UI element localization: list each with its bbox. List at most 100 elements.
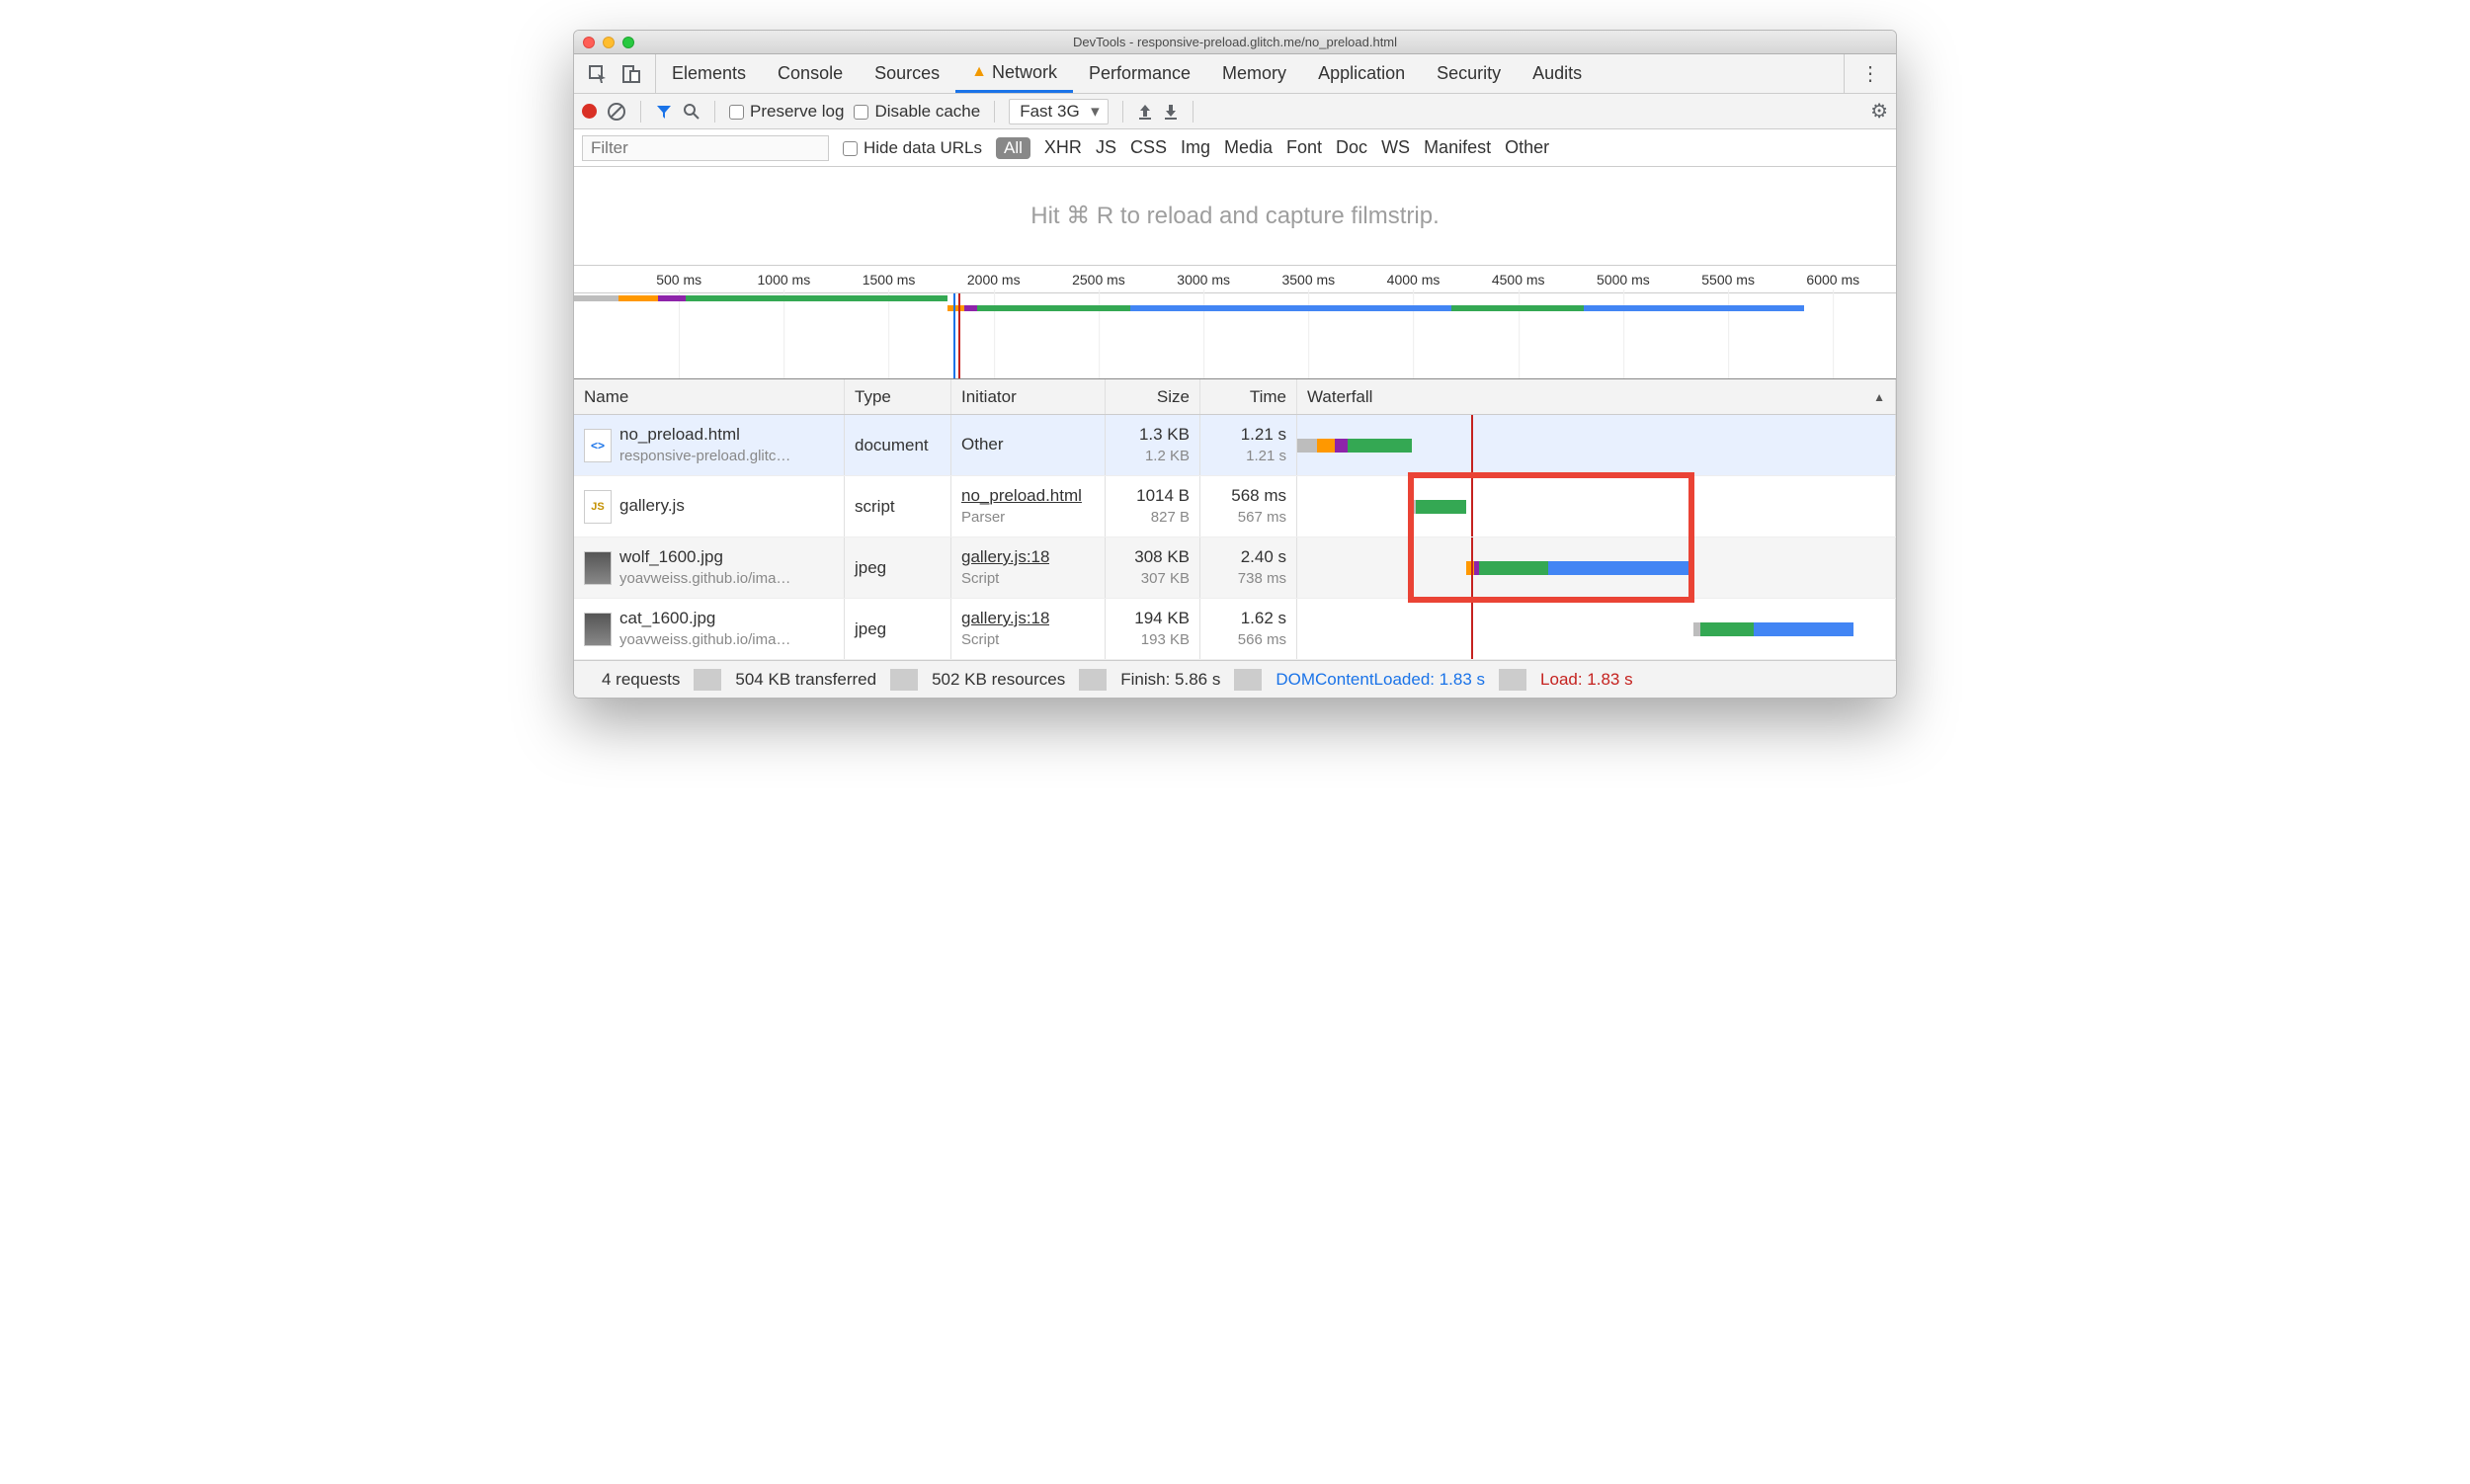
waterfall-cell[interactable] [1297,599,1895,659]
filmstrip-hint: Hit ⌘ R to reload and capture filmstrip. [574,167,1896,266]
filter-type-doc[interactable]: Doc [1336,137,1367,158]
network-toolbar: Preserve log Disable cache Fast 3G ⚙ [574,94,1896,129]
filter-type-manifest[interactable]: Manifest [1424,137,1491,158]
filter-input[interactable] [582,135,829,161]
waterfall-segment [1693,622,1700,636]
disable-cache-checkbox[interactable]: Disable cache [854,102,980,122]
inspect-element-icon[interactable] [588,64,608,84]
request-initiator: Other [961,434,1004,456]
preserve-log-checkbox[interactable]: Preserve log [729,102,844,122]
summary-bar: 4 requests 504 KB transferred 502 KB res… [574,660,1896,698]
filter-type-img[interactable]: Img [1181,137,1210,158]
tab-sources[interactable]: Sources [859,54,955,93]
filter-type-font[interactable]: Font [1286,137,1322,158]
request-domain: yoavweiss.github.io/ima… [619,569,790,589]
grid-header[interactable]: Name Type Initiator Size Time Waterfall▲ [574,379,1896,415]
panel-tabs: ElementsConsoleSources▲NetworkPerformanc… [574,54,1896,94]
summary-transferred: 504 KB transferred [721,670,890,690]
upload-har-icon[interactable] [1137,103,1153,121]
device-toolbar-icon[interactable] [621,64,641,84]
highlight-annotation [1408,472,1694,603]
request-initiator-type: Script [961,630,1049,650]
waterfall-segment [1317,439,1335,453]
summary-finish: Finish: 5.86 s [1107,670,1234,690]
column-initiator[interactable]: Initiator [951,379,1106,414]
filter-type-other[interactable]: Other [1505,137,1549,158]
overview-tick: 1500 ms [863,272,916,288]
column-type[interactable]: Type [845,379,951,414]
html-file-icon: <> [584,429,612,462]
filter-toggle-icon[interactable] [655,103,673,121]
request-latency: 738 ms [1210,569,1286,589]
column-waterfall[interactable]: Waterfall▲ [1297,379,1896,414]
summary-load: Load: 1.83 s [1526,670,1647,690]
filter-bar: Hide data URLs All XHR JS CSS Img Media Font Do… [574,129,1896,167]
request-name: gallery.js [619,495,685,518]
request-size: 1014 B [1115,485,1190,508]
column-size[interactable]: Size [1106,379,1200,414]
tab-security[interactable]: Security [1421,54,1517,93]
tab-memory[interactable]: Memory [1206,54,1302,93]
clear-icon[interactable] [607,102,626,122]
request-type: jpeg [845,599,951,659]
request-domain: responsive-preload.glitc… [619,447,790,466]
tab-audits[interactable]: Audits [1517,54,1598,93]
tab-elements[interactable]: Elements [656,54,762,93]
load-event-line [1471,599,1473,659]
window-title: DevTools - responsive-preload.glitch.me/… [574,35,1896,49]
overview-tick: 5500 ms [1701,272,1755,288]
table-row[interactable]: wolf_1600.jpgyoavweiss.github.io/ima…jpe… [574,537,1896,599]
request-latency: 1.21 s [1210,447,1286,466]
tab-application[interactable]: Application [1302,54,1421,93]
more-menu-icon[interactable]: ⋮ [1844,54,1896,93]
waterfall-segment [1700,622,1754,636]
tab-console[interactable]: Console [762,54,859,93]
tab-network[interactable]: ▲Network [955,54,1073,93]
filter-type-xhr[interactable]: XHR [1044,137,1082,158]
settings-icon[interactable]: ⚙ [1870,99,1888,124]
request-name: no_preload.html [619,424,790,447]
overview-tick: 6000 ms [1806,272,1859,288]
overview-tick: 2500 ms [1072,272,1125,288]
waterfall-cell[interactable] [1297,415,1895,475]
filter-type-ws[interactable]: WS [1381,137,1410,158]
waterfall-segment [1754,622,1853,636]
filter-type-media[interactable]: Media [1224,137,1273,158]
search-icon[interactable] [683,103,700,121]
filter-type-js[interactable]: JS [1096,137,1116,158]
table-row[interactable]: cat_1600.jpgyoavweiss.github.io/ima…jpeg… [574,599,1896,660]
filter-type-css[interactable]: CSS [1130,137,1167,158]
filter-type-all[interactable]: All [996,137,1030,159]
record-button[interactable] [582,104,597,119]
request-size: 194 KB [1115,608,1190,630]
waterfall-segment [1335,439,1347,453]
hide-data-urls-checkbox[interactable]: Hide data URLs [843,138,982,158]
overview-tick: 3000 ms [1177,272,1230,288]
table-row[interactable]: JSgallery.jsscriptno_preload.htmlParser1… [574,476,1896,537]
overview-tick: 500 ms [656,272,701,288]
request-initiator[interactable]: gallery.js:18 [961,546,1049,569]
request-time: 568 ms [1210,485,1286,508]
overview-timeline[interactable]: 500 ms1000 ms1500 ms2000 ms2500 ms3000 m… [574,266,1896,379]
request-size: 308 KB [1115,546,1190,569]
request-size-uncompressed: 193 KB [1115,630,1190,650]
request-initiator-type: Script [961,569,1049,589]
image-file-icon [584,551,612,585]
requests-grid: Name Type Initiator Size Time Waterfall▲… [574,379,1896,660]
request-type: document [845,415,951,475]
column-name[interactable]: Name [574,379,845,414]
request-latency: 566 ms [1210,630,1286,650]
column-time[interactable]: Time [1200,379,1297,414]
request-time: 1.62 s [1210,608,1286,630]
request-initiator[interactable]: gallery.js:18 [961,608,1049,630]
throttling-select[interactable]: Fast 3G [1009,99,1108,124]
waterfall-segment [1297,439,1317,453]
request-size-uncompressed: 827 B [1115,508,1190,528]
tab-performance[interactable]: Performance [1073,54,1206,93]
request-size-uncompressed: 1.2 KB [1115,447,1190,466]
download-har-icon[interactable] [1163,103,1179,121]
request-initiator[interactable]: no_preload.html [961,485,1082,508]
table-row[interactable]: <> no_preload.htmlresponsive-preload.glit… [574,415,1896,476]
summary-resources: 502 KB resources [918,670,1079,690]
overview-tick: 5000 ms [1597,272,1650,288]
